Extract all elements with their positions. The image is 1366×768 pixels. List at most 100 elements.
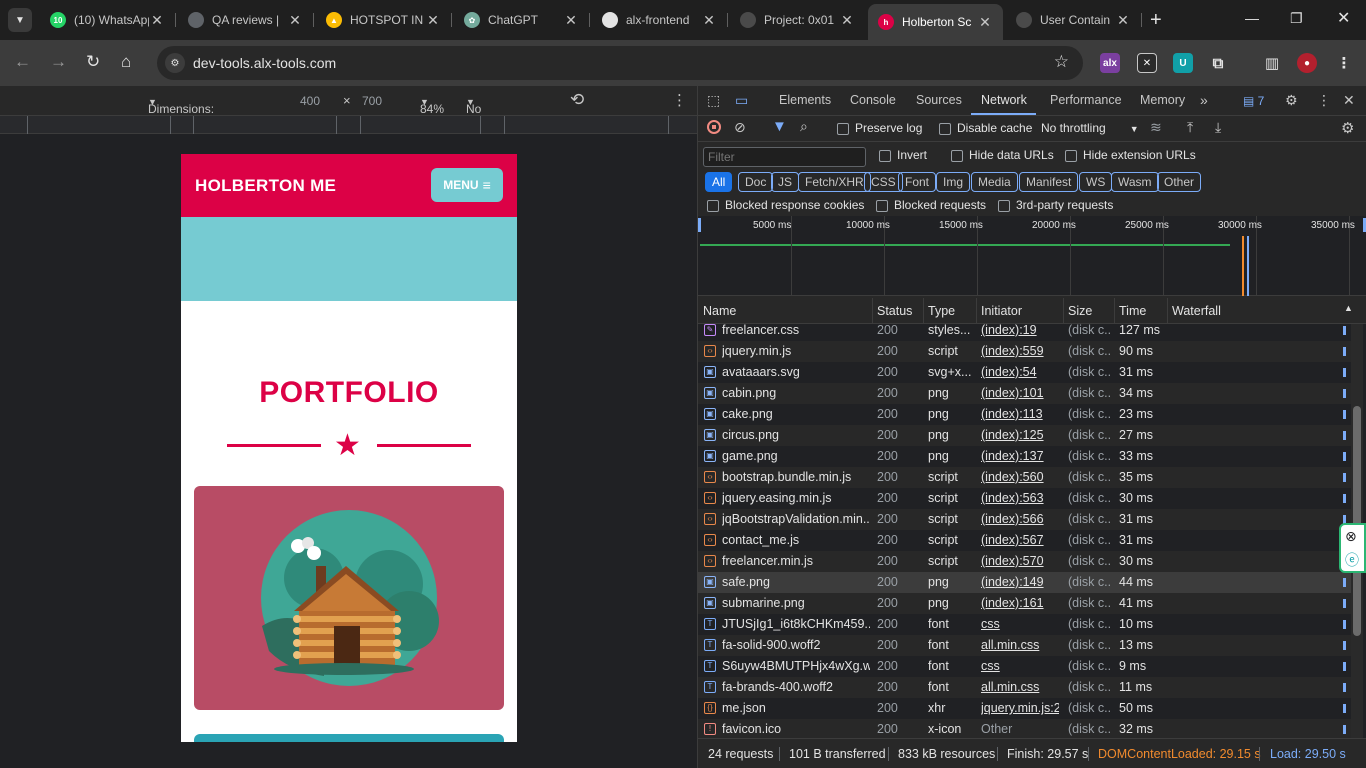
table-row[interactable]: ▣ safe.png 200 png (index):149 (disk c... 44 m… [698, 572, 1351, 593]
tab-close-icon[interactable]: ✕ [287, 12, 303, 29]
close-circle-icon[interactable]: ⊗ [1345, 528, 1357, 545]
browser-tab[interactable]: h Holberton Sc ✕ [868, 4, 1003, 40]
request-initiator-link[interactable]: Other [981, 722, 1059, 736]
type-chip-other[interactable]: Other [1157, 172, 1202, 192]
import-har-icon[interactable]: ⤒ [1187, 119, 1193, 136]
table-row[interactable]: ‹› jqBootstrapValidation.min... 200 script (… [698, 509, 1351, 530]
close-icon[interactable]: ✕ [1343, 92, 1355, 109]
request-name[interactable]: bootstrap.bundle.min.js [722, 470, 870, 484]
browser-tab[interactable]: QA reviews | ✕ [178, 6, 314, 34]
hide-data-urls-checkbox[interactable]: Hide data URLs [951, 148, 1054, 162]
request-initiator-link[interactable]: (index):559 [981, 344, 1059, 358]
new-tab-button[interactable]: + [1150, 9, 1162, 32]
filter-input[interactable] [703, 147, 866, 167]
invert-checkbox[interactable]: Invert [879, 148, 927, 162]
browser-tab[interactable]: ▲ HOTSPOT IN ✕ [316, 6, 452, 34]
request-initiator-link[interactable]: css [981, 659, 1059, 673]
request-initiator-link[interactable]: (index):113 [981, 407, 1059, 421]
throttling-select[interactable]: No throttling ▼ [466, 94, 512, 130]
request-initiator-link[interactable]: (index):54 [981, 365, 1059, 379]
type-chip-css[interactable]: CSS [864, 172, 903, 192]
table-row[interactable]: ✎ freelancer.css 200 styles... (index):19 (di… [698, 324, 1351, 341]
column-time[interactable]: Time [1119, 304, 1146, 318]
tab-close-icon[interactable]: ✕ [839, 12, 855, 29]
table-row[interactable]: ‹› contact_me.js 200 script (index):567 (disk… [698, 530, 1351, 551]
tab-close-icon[interactable]: ✕ [701, 12, 717, 29]
tab-sources[interactable]: Sources [916, 93, 962, 107]
network-settings-gear-icon[interactable]: ⚙ [1341, 119, 1354, 137]
type-chip-media[interactable]: Media [971, 172, 1018, 192]
inspect-element-icon[interactable]: ⬚ [707, 92, 720, 109]
request-initiator-link[interactable]: (index):125 [981, 428, 1059, 442]
request-name[interactable]: cake.png [722, 407, 870, 421]
record-stop-icon[interactable] [707, 120, 721, 134]
close-window-button[interactable]: ✕ [1337, 8, 1350, 28]
tab-close-icon[interactable]: ✕ [977, 14, 993, 31]
third-party-checkbox[interactable]: 3rd-party requests [998, 198, 1113, 212]
home-button[interactable]: ⌂ [121, 52, 131, 72]
extension-e-icon[interactable]: ⓔ [1345, 550, 1359, 570]
request-initiator-link[interactable]: (index):161 [981, 596, 1059, 610]
request-name[interactable]: favicon.ico [722, 722, 870, 736]
request-initiator-link[interactable]: (index):149 [981, 575, 1059, 589]
tab-console[interactable]: Console [850, 93, 896, 107]
browser-tab[interactable]: ✿ ChatGPT ✕ [454, 6, 590, 34]
side-panel-icon[interactable]: ▥ [1262, 53, 1282, 73]
request-initiator-link[interactable]: (index):567 [981, 533, 1059, 547]
scrollbar-thumb[interactable] [1353, 406, 1361, 636]
tab-close-icon[interactable]: ✕ [425, 12, 441, 29]
request-name[interactable]: avataaars.svg [722, 365, 870, 379]
column-type[interactable]: Type [928, 304, 955, 318]
table-row[interactable]: ‹› jquery.min.js 200 script (index):559 (disk… [698, 341, 1351, 362]
device-toggle-icon[interactable]: ▭ [735, 92, 748, 109]
table-row[interactable]: ▣ circus.png 200 png (index):125 (disk c... 27… [698, 425, 1351, 446]
request-initiator-link[interactable]: (index):570 [981, 554, 1059, 568]
request-name[interactable]: freelancer.css [722, 324, 870, 337]
url-text[interactable]: dev-tools.alx-tools.com [193, 55, 336, 71]
type-chip-ws[interactable]: WS [1079, 172, 1113, 192]
request-initiator-link[interactable]: (index):137 [981, 449, 1059, 463]
back-button[interactable]: ← [14, 52, 31, 72]
request-name[interactable]: contact_me.js [722, 533, 870, 547]
overview-handle-left[interactable] [698, 218, 701, 232]
kebab-menu-icon[interactable]: ⋮ [1334, 53, 1354, 73]
table-row[interactable]: ▣ cake.png 200 png (index):113 (disk c... 23 m… [698, 404, 1351, 425]
column-waterfall[interactable]: Waterfall [1172, 304, 1221, 318]
column-size[interactable]: Size [1068, 304, 1092, 318]
export-har-icon[interactable]: ⤓ [1215, 119, 1221, 136]
table-row[interactable]: ▣ avataaars.svg 200 svg+x... (index):54 (disk… [698, 362, 1351, 383]
request-initiator-link[interactable]: all.min.css [981, 638, 1059, 652]
type-chip-js[interactable]: JS [771, 172, 800, 192]
tab-memory[interactable]: Memory [1140, 93, 1185, 107]
request-name[interactable]: game.png [722, 449, 870, 463]
extension-icon[interactable]: ✕ [1137, 53, 1157, 73]
width-input[interactable]: 400 [300, 94, 320, 108]
column-status[interactable]: Status [877, 304, 912, 318]
tab-elements[interactable]: Elements [779, 93, 831, 107]
type-chip-img[interactable]: Img [936, 172, 971, 192]
request-initiator-link[interactable]: (index):563 [981, 491, 1059, 505]
request-initiator-link[interactable]: (index):560 [981, 470, 1059, 484]
table-row[interactable]: T JTUSjIg1_i6t8kCHKm459... 200 font css (disk… [698, 614, 1351, 635]
table-row[interactable]: Tfa-brands-400.woff2 200 font all.min.css (d… [698, 677, 1351, 698]
type-chip-doc[interactable]: Doc [738, 172, 774, 192]
request-name[interactable]: safe.png [722, 575, 870, 589]
kebab-menu-icon[interactable]: ⋮ [1317, 92, 1331, 109]
table-row[interactable]: ‹› bootstrap.bundle.min.js 200 script (index… [698, 467, 1351, 488]
request-initiator-link[interactable]: jquery.min.js:2 [981, 701, 1059, 715]
request-name[interactable]: submarine.png [722, 596, 870, 610]
floating-extension-widget[interactable]: ⊗ ⓔ [1339, 523, 1366, 573]
request-name[interactable]: me.json [722, 701, 870, 715]
site-brand[interactable]: HOLBERTON ME [195, 176, 336, 196]
address-bar[interactable]: ⚙ dev-tools.alx-tools.com ☆ [157, 46, 1083, 80]
table-row[interactable]: T S6uyw4BMUTPHjx4wXg.w... 200 font css (disk … [698, 656, 1351, 677]
browser-tab[interactable]: 10 (10) WhatsApp ✕ [40, 6, 176, 34]
tab-search-button[interactable]: ▼ [8, 8, 32, 32]
request-name[interactable]: jquery.easing.min.js [722, 491, 870, 505]
browser-tab[interactable]: Project: 0x01 ✕ [730, 6, 865, 34]
network-throttling-select[interactable]: No throttling ▼ [1041, 121, 1139, 135]
minimize-button[interactable]: — [1245, 10, 1259, 26]
zoom-select[interactable]: 84% ▼ [420, 94, 444, 116]
table-row[interactable]: {} me.json 200 xhr jquery.min.js:2 (disk c...… [698, 698, 1351, 719]
more-tabs-icon[interactable]: » [1200, 92, 1208, 108]
